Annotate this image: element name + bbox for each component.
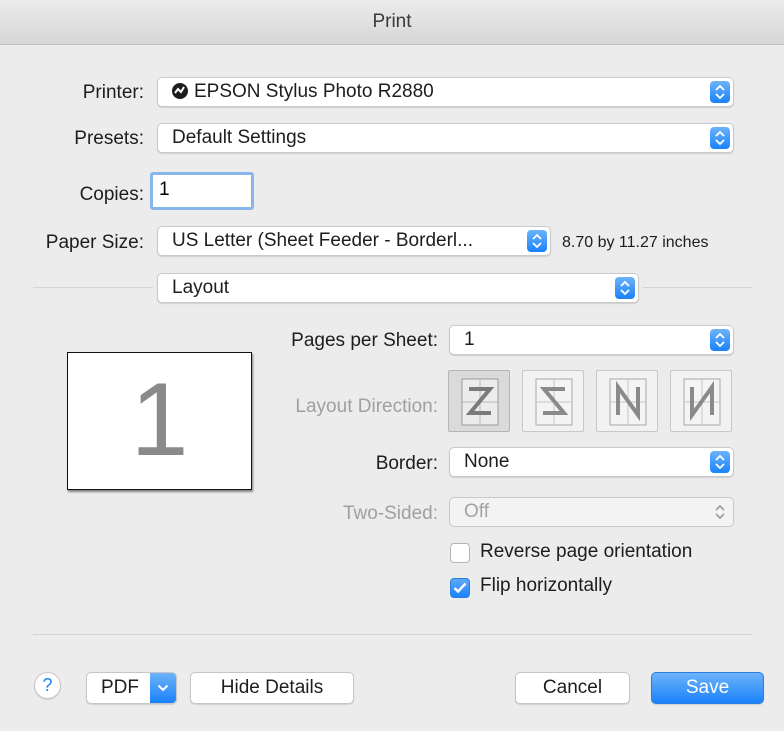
printer-popup[interactable]: EPSON Stylus Photo R2880 — [157, 77, 734, 107]
preview-page-number: 1 — [130, 362, 189, 478]
chevron-updown-icon — [527, 230, 547, 252]
save-button[interactable]: Save — [651, 672, 764, 704]
layout-n-left-icon — [609, 378, 647, 426]
two-sided-label: Two-Sided: — [342, 503, 438, 524]
layout-direction-n-right-button[interactable] — [670, 370, 732, 432]
pages-per-sheet-label: Pages per Sheet: — [291, 330, 438, 351]
paper-size-value: US Letter (Sheet Feeder - Borderl... — [172, 230, 473, 251]
copies-label: Copies: — [79, 184, 144, 205]
paper-size-popup[interactable]: US Letter (Sheet Feeder - Borderl... — [157, 226, 551, 256]
presets-label: Presets: — [74, 128, 144, 149]
section-value: Layout — [172, 277, 230, 298]
checkmark-icon — [453, 582, 467, 594]
reverse-orientation-label[interactable]: Reverse page orientation — [480, 541, 692, 563]
hide-details-button[interactable]: Hide Details — [190, 672, 354, 704]
layout-direction-label: Layout Direction: — [295, 396, 438, 417]
pdf-menu-button[interactable]: PDF — [86, 672, 177, 704]
presets-value: Default Settings — [172, 127, 307, 148]
printer-label: Printer: — [82, 82, 144, 103]
printer-status-icon — [172, 83, 188, 99]
footer-divider — [33, 634, 752, 635]
help-button[interactable]: ? — [34, 672, 61, 699]
section-divider-right — [643, 287, 752, 288]
section-popup[interactable]: Layout — [157, 273, 639, 303]
copies-input[interactable] — [153, 175, 249, 205]
chevron-updown-icon — [710, 501, 730, 523]
paper-dimensions: 8.70 by 11.27 inches — [562, 234, 709, 251]
layout-direction-z-button[interactable] — [448, 370, 510, 432]
chevron-updown-icon — [615, 277, 635, 299]
pages-per-sheet-value: 1 — [464, 329, 475, 350]
chevron-updown-icon — [710, 127, 730, 149]
paper-size-label: Paper Size: — [45, 232, 144, 253]
chevron-down-icon[interactable] — [150, 673, 176, 703]
section-divider-left — [33, 287, 153, 288]
layout-s-icon — [535, 378, 573, 426]
flip-horizontally-checkbox[interactable] — [450, 578, 470, 598]
border-popup[interactable]: None — [449, 447, 734, 477]
border-value: None — [464, 451, 510, 472]
pdf-label: PDF — [101, 677, 139, 698]
layout-n-right-icon — [683, 378, 721, 426]
printer-value: EPSON Stylus Photo R2880 — [194, 81, 434, 102]
chevron-updown-icon — [710, 451, 730, 473]
pages-per-sheet-popup[interactable]: 1 — [449, 325, 734, 355]
reverse-orientation-checkbox[interactable] — [450, 543, 470, 563]
flip-horizontally-label[interactable]: Flip horizontally — [480, 575, 612, 597]
layout-direction-n-left-button[interactable] — [596, 370, 658, 432]
copies-field[interactable] — [150, 172, 254, 210]
two-sided-value: Off — [464, 501, 489, 522]
layout-direction-s-button[interactable] — [522, 370, 584, 432]
chevron-updown-icon — [710, 329, 730, 351]
border-label: Border: — [375, 453, 438, 474]
page-preview: 1 — [67, 352, 252, 490]
window-title: Print — [0, 0, 784, 45]
cancel-button[interactable]: Cancel — [515, 672, 630, 704]
two-sided-popup[interactable]: Off — [449, 497, 734, 527]
presets-popup[interactable]: Default Settings — [157, 123, 734, 153]
chevron-updown-icon — [710, 81, 730, 103]
layout-z-icon — [461, 378, 499, 426]
